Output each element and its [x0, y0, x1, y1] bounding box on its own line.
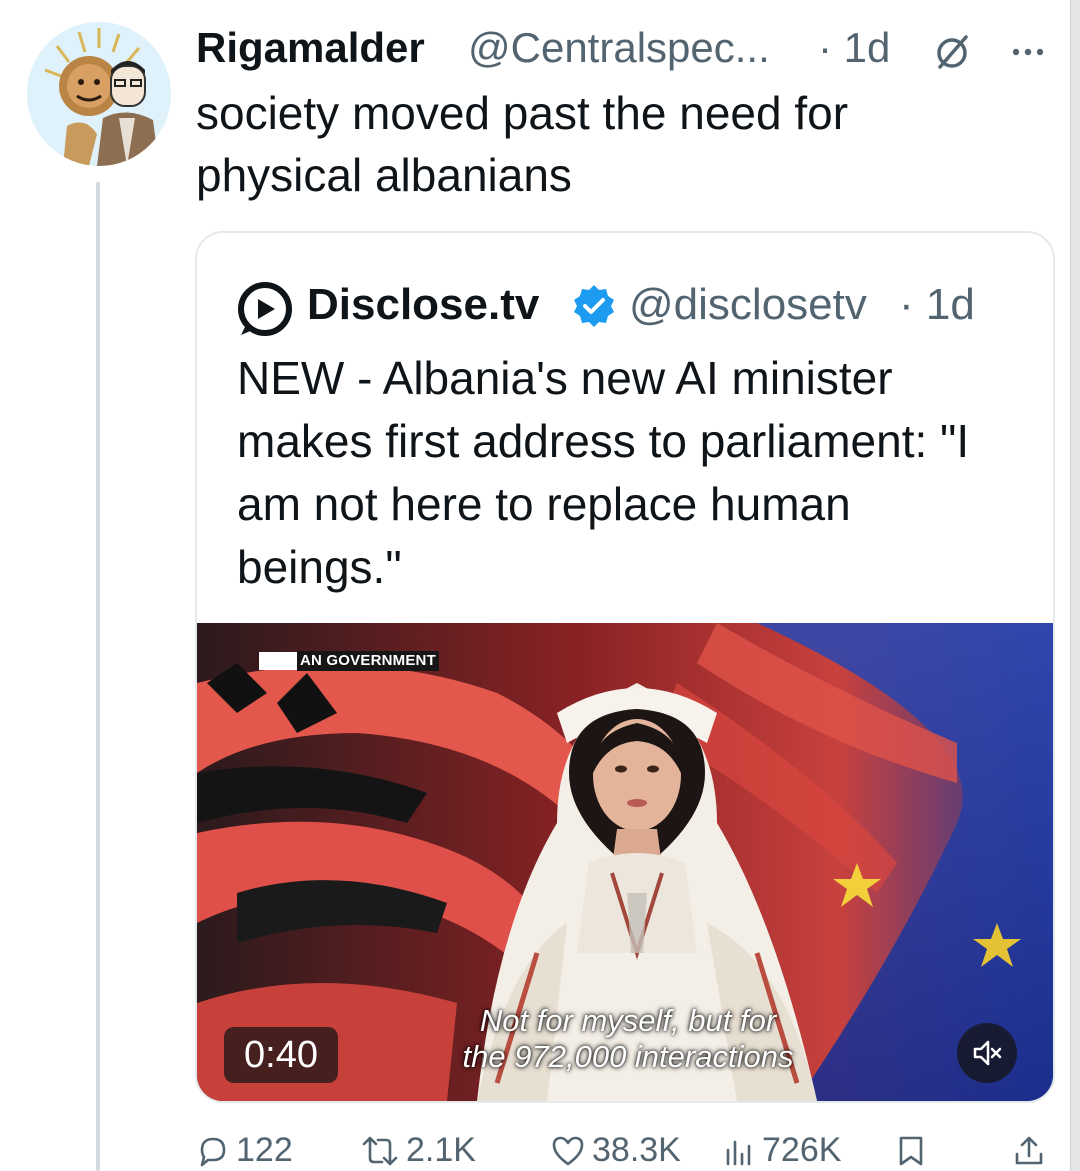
scrollbar-edge [1070, 0, 1080, 1171]
author-handle[interactable]: @Centralspec... [468, 20, 770, 76]
tweet-text: society moved past the need for physical… [196, 87, 849, 201]
subtitle-line-2: the 972,000 interactions [462, 1039, 794, 1074]
views-count: 726K [762, 1131, 842, 1169]
like-button[interactable]: 38.3K [550, 1130, 681, 1171]
bookmark-icon [899, 1136, 923, 1165]
views-icon [726, 1140, 751, 1165]
more-icon[interactable] [1008, 32, 1048, 72]
channel-tag-text: AN GOVERNMENT [297, 651, 439, 671]
avatar[interactable] [27, 22, 171, 166]
quoted-author-handle[interactable]: @disclosetv [629, 275, 867, 335]
avatar-illustration [27, 22, 171, 166]
video-player[interactable]: AN GOVERNMENT Not for myself, but for th… [197, 623, 1053, 1101]
video-duration: 0:40 [224, 1027, 338, 1083]
disclose-logo-icon [238, 282, 292, 336]
reply-icon [200, 1137, 226, 1166]
tweet-header: Rigamalder @Centralspec... · 1d [196, 20, 1066, 76]
action-bar: 122 2.1K 38.3K 726K [196, 1130, 1056, 1171]
mute-button[interactable] [957, 1023, 1017, 1083]
share-icon [1015, 1136, 1043, 1164]
quoted-author-name[interactable]: Disclose.tv [307, 275, 539, 335]
repost-icon [362, 1136, 398, 1165]
quoted-tweet-card[interactable]: Disclose.tv @disclosetv · 1d NEW - Alban… [195, 231, 1055, 1103]
grok-icon[interactable] [932, 32, 972, 72]
verified-icon [574, 285, 614, 327]
bookmark-button[interactable] [896, 1130, 932, 1171]
video-subtitle: Not for myself, but for the 972,000 inte… [423, 1003, 833, 1075]
channel-tag-redacted [259, 652, 297, 670]
repost-count: 2.1K [406, 1131, 476, 1169]
tweet-time[interactable]: · 1d [818, 20, 890, 76]
views-button[interactable]: 726K [722, 1130, 841, 1171]
like-count: 38.3K [592, 1131, 681, 1169]
thread-line [96, 182, 100, 1171]
repost-button[interactable]: 2.1K [360, 1130, 476, 1171]
share-button[interactable] [1012, 1130, 1052, 1171]
like-icon [552, 1136, 584, 1165]
reply-count: 122 [236, 1131, 293, 1169]
subtitle-line-1: Not for myself, but for [479, 1003, 777, 1038]
reply-button[interactable]: 122 [196, 1130, 293, 1171]
mute-icon [973, 1040, 1002, 1066]
quoted-time[interactable]: · 1d [899, 275, 975, 335]
author-name[interactable]: Rigamalder [196, 20, 425, 76]
quoted-text: NEW - Albania's new AI minister makes fi… [237, 352, 970, 593]
channel-tag: AN GOVERNMENT [259, 651, 439, 671]
